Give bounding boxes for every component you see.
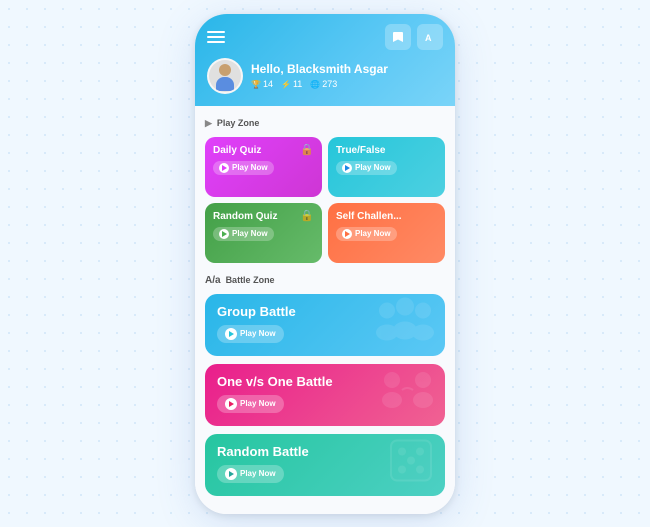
translate-icon[interactable]: A xyxy=(417,24,443,50)
one-vs-one-play-btn[interactable]: Play Now xyxy=(217,395,284,413)
daily-quiz-lock-icon: 🔒 xyxy=(300,143,314,156)
self-challenge-play-icon xyxy=(342,229,352,239)
hamburger-menu[interactable] xyxy=(207,31,225,43)
true-false-card[interactable]: True/False Play Now xyxy=(328,137,445,197)
random-quiz-play-btn[interactable]: Play Now xyxy=(213,227,274,241)
daily-quiz-play-icon xyxy=(219,163,229,173)
user-row: Hello, Blacksmith Asgar 🏆 14 ⚡ 11 🌐 273 xyxy=(207,58,443,94)
battle-zone-icon: A/a xyxy=(205,275,221,286)
self-challenge-play-label: Play Now xyxy=(355,229,391,238)
quiz-grid: Daily Quiz Play Now 🔒 True/False Play No… xyxy=(205,137,445,263)
daily-quiz-play-btn[interactable]: Play Now xyxy=(213,161,274,175)
stat-lightning-value: 11 xyxy=(293,79,302,89)
user-info: Hello, Blacksmith Asgar 🏆 14 ⚡ 11 🌐 273 xyxy=(251,62,443,89)
self-challenge-card[interactable]: Self Challen... Play Now xyxy=(328,203,445,263)
battle-zone-label: A/a Battle Zone xyxy=(205,275,445,286)
battle-zone-text: Battle Zone xyxy=(226,275,275,285)
random-battle-play-icon xyxy=(225,468,237,480)
self-challenge-play-btn[interactable]: Play Now xyxy=(336,227,397,241)
header-top: A xyxy=(207,24,443,50)
user-name: Hello, Blacksmith Asgar xyxy=(251,62,443,76)
group-battle-illustration xyxy=(375,296,435,353)
true-false-play-btn[interactable]: Play Now xyxy=(336,161,397,175)
daily-quiz-card[interactable]: Daily Quiz Play Now 🔒 xyxy=(205,137,322,197)
bookmark-icon[interactable] xyxy=(385,24,411,50)
random-battle-card[interactable]: Random Battle Play Now xyxy=(205,434,445,496)
true-false-play-icon xyxy=(342,163,352,173)
random-quiz-card[interactable]: Random Quiz Play Now 🔒 xyxy=(205,203,322,263)
true-false-play-label: Play Now xyxy=(355,163,391,172)
stat-globe-value: 273 xyxy=(322,79,337,89)
self-challenge-title: Self Challen... xyxy=(336,211,437,223)
daily-quiz-title: Daily Quiz xyxy=(213,145,314,157)
header: A Hello, Blacksmith Asgar 🏆 14 xyxy=(195,14,455,106)
stat-globe: 🌐 273 xyxy=(310,79,337,89)
random-quiz-play-icon xyxy=(219,229,229,239)
random-quiz-title: Random Quiz xyxy=(213,211,314,223)
random-quiz-lock-icon: 🔒 xyxy=(300,209,314,222)
stat-trophy-value: 14 xyxy=(263,79,273,89)
random-battle-illustration xyxy=(387,436,435,493)
svg-text:A: A xyxy=(425,33,432,43)
group-battle-play-icon xyxy=(225,328,237,340)
globe-icon: 🌐 xyxy=(310,80,320,89)
group-battle-play-label: Play Now xyxy=(240,329,276,338)
play-zone-label: ▶ Play Zone xyxy=(205,118,445,129)
play-zone-text: Play Zone xyxy=(217,118,260,128)
one-vs-one-illustration xyxy=(380,368,435,422)
daily-quiz-play-label: Play Now xyxy=(232,163,268,172)
phone-frame: A Hello, Blacksmith Asgar 🏆 14 xyxy=(195,14,455,514)
trophy-icon: 🏆 xyxy=(251,80,261,89)
stat-lightning: ⚡ 11 xyxy=(281,79,302,89)
play-zone-icon: ▶ xyxy=(205,118,212,129)
random-quiz-play-label: Play Now xyxy=(232,229,268,238)
true-false-title: True/False xyxy=(336,145,437,157)
user-stats: 🏆 14 ⚡ 11 🌐 273 xyxy=(251,79,443,89)
group-battle-play-btn[interactable]: Play Now xyxy=(217,325,284,343)
lightning-icon: ⚡ xyxy=(281,80,291,89)
one-vs-one-play-label: Play Now xyxy=(240,399,276,408)
one-vs-one-play-icon xyxy=(225,398,237,410)
random-battle-play-label: Play Now xyxy=(240,469,276,478)
group-battle-card[interactable]: Group Battle Play Now xyxy=(205,294,445,356)
header-icons: A xyxy=(385,24,443,50)
random-battle-play-btn[interactable]: Play Now xyxy=(217,465,284,483)
one-vs-one-card[interactable]: One v/s One Battle Play Now xyxy=(205,364,445,426)
avatar xyxy=(207,58,243,94)
main-content: ▶ Play Zone Daily Quiz Play Now 🔒 True/F… xyxy=(195,106,455,514)
stat-trophy: 🏆 14 xyxy=(251,79,273,89)
